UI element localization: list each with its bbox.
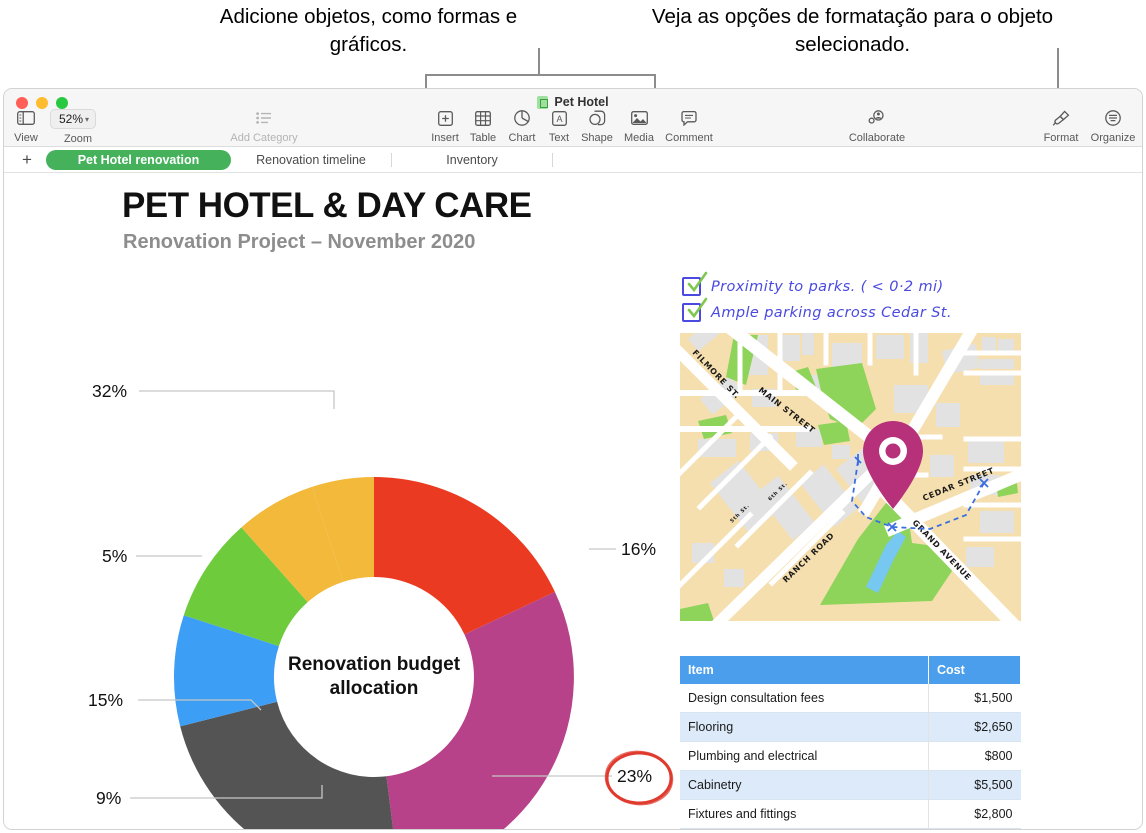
add-sheet-button[interactable]: + [14, 151, 40, 168]
donut-label-design: 9% [96, 788, 122, 808]
checkbox-icon[interactable] [682, 297, 708, 322]
red-circle-annotation [604, 750, 674, 806]
donut-label-fixtures: 16% [621, 539, 657, 559]
organize-icon [1081, 107, 1142, 129]
collaborate-button[interactable]: Collaborate [842, 107, 912, 144]
donut-center-label: Renovation budget allocation [269, 653, 479, 701]
callout-insert-bracket-right-leg [654, 74, 656, 88]
chevron-down-icon: ▾ [85, 114, 90, 124]
collaborate-icon [842, 107, 912, 129]
sheet-tab-inventory[interactable]: Inventory [392, 150, 552, 170]
checkmark-icon [687, 271, 708, 293]
sheet-tab-renovation-timeline[interactable]: Renovation timeline [231, 150, 391, 170]
organize-button[interactable]: Organize [1081, 107, 1142, 144]
callout-insert-bracket-left-leg [425, 74, 427, 88]
callout-insert-text: Adicione objetos, como formas e gráficos… [219, 5, 518, 56]
checkbox-icon[interactable] [682, 271, 708, 296]
table-cell-cost[interactable]: $2,650 [928, 712, 1021, 742]
table-row[interactable]: Flooring $2,650 [680, 712, 1021, 742]
table-cell-cost[interactable]: $2,800 [928, 799, 1021, 829]
table-cell-cost[interactable]: $4,000 [928, 828, 1021, 829]
table-cell-cost[interactable]: $1,500 [928, 684, 1021, 713]
comment-button[interactable]: Comment [657, 107, 721, 144]
budget-table[interactable]: Item Cost Design consultation fees $1,50… [680, 656, 1021, 829]
checklist-item-1: Proximity to parks. ( < 0·2 mi) [682, 271, 944, 296]
table-cell-cost[interactable]: $5,500 [928, 770, 1021, 800]
add-category-label: Add Category [230, 132, 298, 144]
table-header-cost[interactable]: Cost [928, 656, 1021, 684]
sheet-canvas[interactable]: PET HOTEL & DAY CARE Renovation Project … [4, 173, 1142, 829]
donut-label-plumbing: 5% [102, 546, 128, 566]
toolbar: Pet Hotel View 52% ▾ Zoom Add Category I… [4, 89, 1142, 147]
app-window: Pet Hotel View 52% ▾ Zoom Add Category I… [3, 88, 1143, 830]
zoom-selector[interactable]: 52% ▾ [50, 109, 97, 129]
sheet-tab-pet-hotel-renovation[interactable]: Pet Hotel renovation [46, 149, 231, 170]
table-row[interactable]: Plumbing and electrical $800 [680, 741, 1021, 771]
tab-divider [552, 152, 553, 167]
checklist-text-1: Proximity to parks. ( < 0·2 mi) [711, 278, 944, 295]
table-cell-item[interactable]: Plumbing and electrical [680, 741, 929, 771]
table-cell-item[interactable]: Labor [680, 828, 929, 829]
table-cell-item[interactable]: Cabinetry [680, 770, 929, 800]
zoom-value: 52% [59, 112, 84, 126]
table-header-row: Item Cost [680, 656, 1021, 684]
organize-label: Organize [1090, 132, 1136, 144]
list-icon [229, 107, 299, 129]
add-category-button[interactable]: Add Category [229, 107, 299, 144]
table-row[interactable]: Labor $4,000 [680, 828, 1021, 829]
table-cell-item[interactable]: Fixtures and fittings [680, 799, 929, 829]
svg-text:A: A [556, 114, 562, 124]
checklist-text-2: Ample parking across Cedar St. [711, 304, 952, 321]
table-row[interactable]: Cabinetry $5,500 [680, 770, 1021, 800]
callout-insert-bracket-horizontal [425, 74, 656, 76]
donut-label-flooring: 15% [88, 690, 124, 710]
sheet-tab-bar: + Pet Hotel renovation Renovation timeli… [4, 147, 1142, 173]
checklist-item-2: Ample parking across Cedar St. [682, 297, 952, 322]
donut-center-line1: Renovation budget [287, 654, 461, 675]
collaborate-label: Collaborate [848, 132, 906, 144]
table-cell-item[interactable]: Design consultation fees [680, 684, 929, 713]
comment-label: Comment [665, 132, 713, 144]
table-row[interactable]: Fixtures and fittings $2,800 [680, 799, 1021, 829]
comment-icon [657, 107, 721, 129]
table-cell-cost[interactable]: $800 [928, 741, 1021, 771]
checkmark-icon [687, 297, 708, 319]
sheet-heading: PET HOTEL & DAY CARE [122, 186, 532, 225]
map-image[interactable]: FILMORE ST. MAIN STREET CEDAR STREET RAN… [680, 333, 1021, 621]
table-cell-item[interactable]: Flooring [680, 712, 929, 742]
sheet-subheading: Renovation Project – November 2020 [123, 231, 476, 253]
table-row[interactable]: Design consultation fees $1,500 [680, 684, 1021, 713]
callout-insert-bracket-stem [538, 48, 540, 75]
table-header-item[interactable]: Item [680, 656, 929, 684]
donut-label-cabinetry: 32% [92, 381, 128, 401]
donut-chart[interactable]: Renovation budget allocation [172, 475, 576, 829]
callout-format-text: Veja as opções de formatação para o obje… [651, 5, 1054, 56]
zoom-label: Zoom [63, 133, 93, 145]
donut-center-line2: allocation [329, 678, 419, 699]
